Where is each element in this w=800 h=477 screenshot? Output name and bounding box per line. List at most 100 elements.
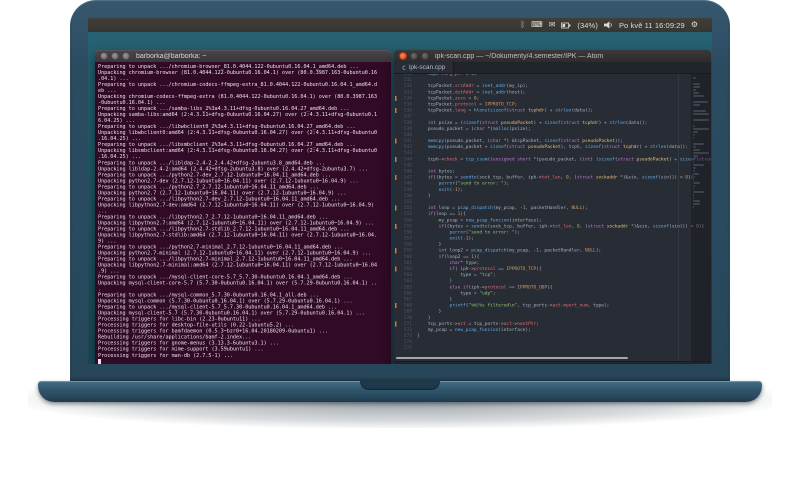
trackpad-notch bbox=[360, 381, 440, 390]
minimap-line bbox=[693, 167, 696, 169]
git-modified-marker bbox=[395, 303, 397, 309]
minimap-line bbox=[693, 134, 695, 136]
session-gear-icon[interactable]: ⚙ bbox=[691, 21, 698, 29]
minimap-line bbox=[693, 104, 700, 106]
minimap-line bbox=[693, 149, 700, 151]
minimap-line bbox=[693, 95, 704, 97]
minimap-line bbox=[693, 128, 709, 130]
git-modified-marker bbox=[395, 321, 397, 327]
git-modified-marker bbox=[395, 248, 397, 254]
minimap-line bbox=[693, 110, 706, 112]
terminal-title: barborka@barborka: ~ bbox=[136, 52, 207, 60]
github-button[interactable]: GitHub bbox=[611, 364, 639, 365]
battery-icon[interactable] bbox=[561, 22, 571, 29]
terminal-line bbox=[98, 358, 391, 364]
minimap-line bbox=[693, 119, 709, 121]
terminal-window: barborka@barborka: ~ Preparing to unpack… bbox=[95, 50, 391, 364]
battery-percentage: (34%) bbox=[577, 20, 598, 30]
grammar-indicator[interactable]: C++ bbox=[528, 364, 540, 365]
git-modified-marker bbox=[395, 205, 397, 211]
branch-icon bbox=[547, 363, 553, 364]
line-number: 575 bbox=[403, 345, 412, 351]
code-pre: 530 tcph->urg_ptr = 0; 531 532 tcpPacket.s… bbox=[394, 74, 711, 351]
minimap-line bbox=[693, 203, 700, 205]
minimap-line bbox=[693, 131, 698, 133]
git-changes-button[interactable]: Git (0) bbox=[645, 364, 671, 365]
maximize-button[interactable] bbox=[122, 52, 130, 60]
terminal-line: Unpacking libsmbclient:amd64 (2:4.3.11+d… bbox=[98, 148, 378, 154]
cursor-position-label[interactable]: 1:1 bbox=[469, 364, 478, 365]
git-branch-indicator[interactable]: master bbox=[547, 363, 574, 365]
editor-status-bar: 2.projekt/ipk-scan.cpp 1:1 LF UTF-8 C++ … bbox=[394, 361, 711, 364]
terminal-line: Unpacking libpython2.7-dev:amd64 (2.7.12… bbox=[98, 202, 375, 208]
terminal-line: Unpacking libldap-2.4-2:amd64 (2.4.42+df… bbox=[98, 166, 368, 172]
minimap-line bbox=[693, 146, 696, 148]
minimap-line bbox=[693, 176, 696, 178]
laptop-screen: ᛒ ⌨ ✉ (34%) Po kvě 11 16:09:29 ⚙ barbork… bbox=[88, 18, 712, 364]
minimap-line bbox=[693, 200, 701, 202]
minimap-line bbox=[693, 113, 709, 115]
bluetooth-icon[interactable]: ᛒ bbox=[520, 21, 525, 29]
minimap-line bbox=[693, 155, 698, 157]
volume-icon[interactable] bbox=[603, 21, 613, 29]
terminal-line: Unpacking chromium-browser (81.0.4044.12… bbox=[98, 70, 378, 76]
tab-label: ipk-scan.cpp bbox=[408, 64, 446, 71]
minimap-line bbox=[693, 191, 704, 193]
git-modified-marker bbox=[395, 175, 397, 181]
minimize-button[interactable] bbox=[111, 52, 119, 60]
fetch-button[interactable]: Fetch bbox=[580, 364, 604, 365]
terminal-cursor bbox=[98, 358, 101, 364]
minimap-line bbox=[693, 152, 709, 154]
minimap-line bbox=[693, 89, 697, 91]
minimap-line bbox=[693, 77, 697, 79]
keyboard-indicator-icon[interactable]: ⌨ bbox=[531, 21, 543, 29]
minimap-line bbox=[693, 83, 700, 85]
close-button[interactable] bbox=[100, 52, 108, 60]
terminal-line: Unpacking mysql-client-core-5.7 (5.7.30-… bbox=[98, 280, 378, 287]
git-modified-marker bbox=[395, 156, 397, 162]
line-ending-indicator[interactable]: LF bbox=[490, 364, 498, 365]
minimap-line bbox=[693, 101, 708, 103]
desktop-wallpaper: barborka@barborka: ~ Preparing to unpack… bbox=[88, 32, 712, 364]
cpp-file-icon: C bbox=[402, 63, 406, 72]
file-path-label[interactable]: 2.projekt/ipk-scan.cpp bbox=[400, 364, 463, 365]
minimap-line bbox=[693, 164, 704, 166]
terminal-line: Unpacking libpython2.7-minimal:amd64 (2.… bbox=[98, 262, 378, 269]
tab-ipk-scan-cpp[interactable]: C ipk-scan.cpp bbox=[394, 62, 455, 73]
system-top-bar: ᛒ ⌨ ✉ (34%) Po kvě 11 16:09:29 ⚙ bbox=[88, 18, 712, 32]
git-modified-marker bbox=[395, 138, 397, 144]
terminal-line: Unpacking libpython2.7-stdlib:amd64 (2.7… bbox=[98, 232, 378, 238]
minimap-line bbox=[693, 125, 695, 127]
terminal-output[interactable]: Preparing to unpack .../chromium-browser… bbox=[95, 62, 391, 364]
clock-label[interactable]: Po kvě 11 16:09:29 bbox=[619, 21, 685, 30]
code-editor[interactable]: 530 tcph->urg_ptr = 0; 531 532 tcpPacket.s… bbox=[394, 74, 711, 361]
terminal-line: Unpacking samba-libs:amd64 (2:4.3.11+dfs… bbox=[98, 112, 378, 118]
editor-titlebar[interactable]: ipk-scan.cpp — ~/Dokumenty/4.semester/IP… bbox=[394, 50, 711, 62]
close-button[interactable] bbox=[399, 52, 407, 60]
minimap-line bbox=[693, 185, 696, 187]
minimap-line bbox=[693, 86, 700, 88]
horizontal-scrollbar[interactable] bbox=[396, 357, 628, 359]
terminal-line: Unpacking libwbclient0:amd64 (2:4.3.11+d… bbox=[98, 130, 378, 136]
minimap-line bbox=[693, 143, 704, 145]
git-modified-marker bbox=[395, 95, 397, 101]
mail-icon[interactable]: ✉ bbox=[549, 21, 556, 29]
minimize-button[interactable] bbox=[410, 52, 418, 60]
minimap[interactable] bbox=[691, 74, 711, 361]
terminal-line: Unpacking python2.7-dev (2.7.12-1ubuntu0… bbox=[98, 178, 359, 184]
encoding-indicator[interactable]: UTF-8 bbox=[504, 364, 522, 365]
update-available-button[interactable]: 1 update bbox=[677, 364, 710, 365]
git-modified-marker bbox=[395, 108, 397, 114]
code-line: 575 bbox=[394, 345, 711, 351]
terminal-text: Preparing to unpack .../chromium-browser… bbox=[98, 64, 391, 364]
terminal-titlebar[interactable]: barborka@barborka: ~ bbox=[95, 50, 391, 62]
git-modified-marker bbox=[395, 223, 397, 229]
minimap-line bbox=[693, 158, 695, 160]
maximize-button[interactable] bbox=[421, 52, 429, 60]
editor-window: ipk-scan.cpp — ~/Dokumenty/4.semester/IP… bbox=[394, 50, 711, 364]
git-modified-marker bbox=[395, 266, 397, 272]
minimap-line bbox=[693, 92, 699, 94]
code-line: 542 memcpy(pseudo_packet + sizeof(struct… bbox=[394, 144, 711, 150]
editor-window-title: ipk-scan.cpp — ~/Dokumenty/4.semester/IP… bbox=[435, 52, 604, 60]
code-line: 544 tcph->check = tcp_csum((unsigned sho… bbox=[394, 156, 711, 162]
